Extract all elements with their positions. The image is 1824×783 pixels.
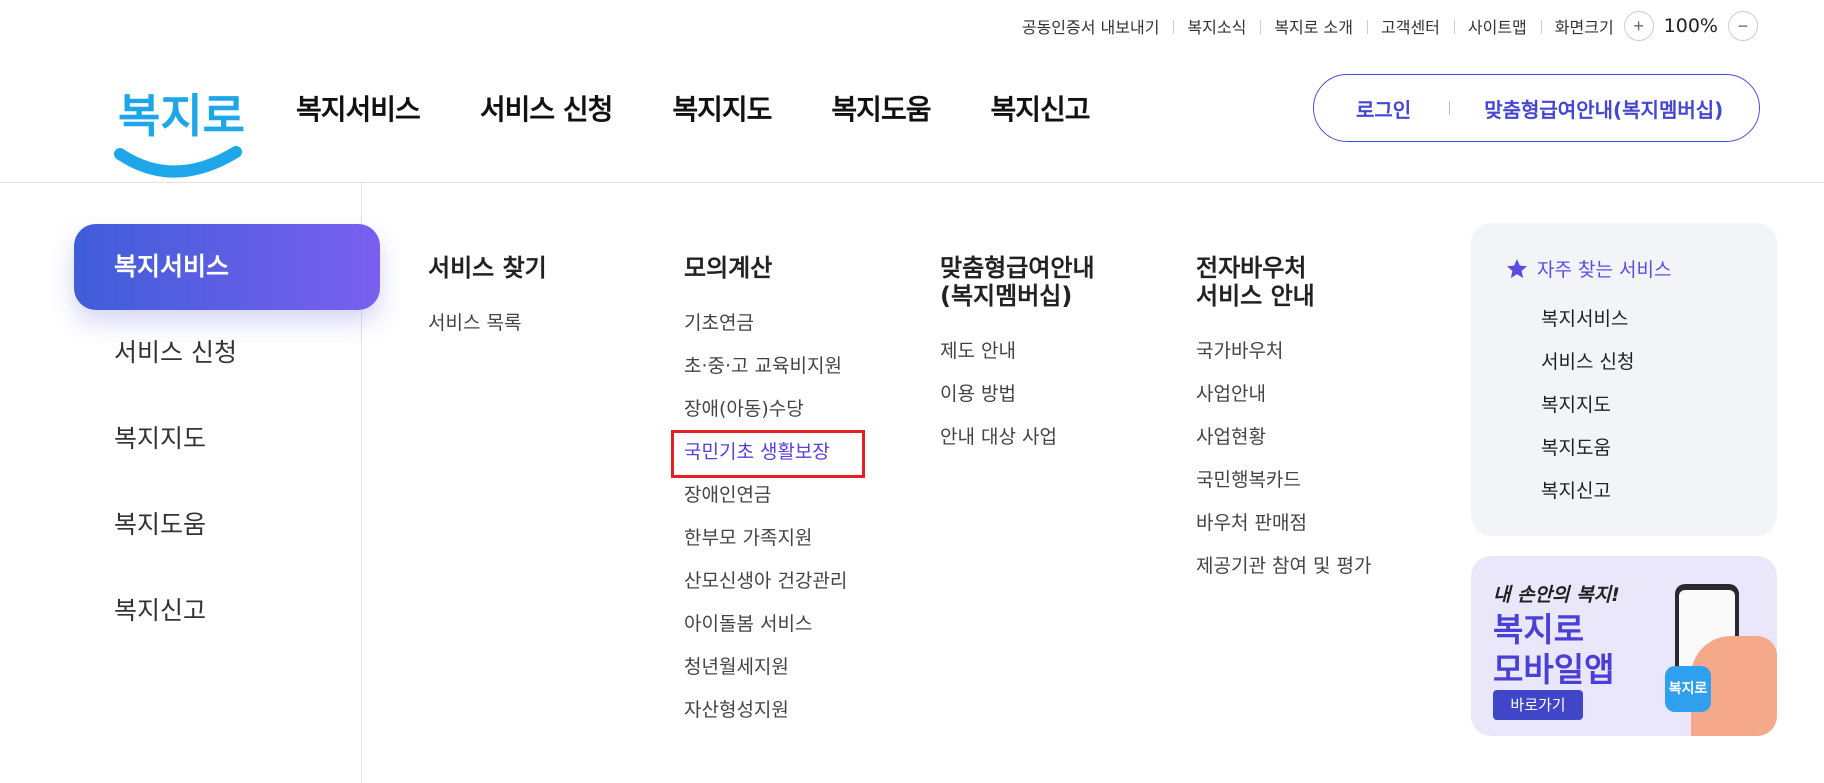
submenu-item[interactable]: 제공기관 참여 및 평가: [1196, 545, 1371, 588]
submenu-column-simulation: 모의계산 기초연금 초·중·고 교육비지원 장애(아동)수당 국민기초 생활보장…: [684, 254, 847, 732]
submenu-column-voucher: 전자바우처 서비스 안내 국가바우처 사업안내 사업현황 국민행복카드 바우처 …: [1196, 254, 1371, 588]
logo-text: 복지로: [118, 89, 244, 143]
banner-title-line1: 복지로: [1493, 610, 1585, 649]
star-icon: [1507, 258, 1527, 278]
zoom-value: 100%: [1663, 15, 1718, 37]
utility-link-news[interactable]: 복지소식: [1173, 14, 1260, 38]
utility-link-customer-center[interactable]: 고객센터: [1367, 14, 1454, 38]
zoom-label: 화면크기: [1540, 14, 1624, 38]
submenu-item[interactable]: 기초연금: [684, 302, 847, 345]
submenu-item[interactable]: 바우처 판매점: [1196, 502, 1371, 545]
gnb-welfare-map[interactable]: 복지지도: [672, 88, 772, 128]
submenu-item[interactable]: 초·중·고 교육비지원: [684, 345, 847, 388]
logo-graphic: 복지로: [114, 89, 245, 178]
submenu-item[interactable]: 국가바우처: [1196, 330, 1371, 373]
banner-go-button[interactable]: 바로가기: [1493, 690, 1583, 720]
submenu-heading: 전자바우처 서비스 안내: [1196, 254, 1315, 310]
header-divider: [0, 182, 1824, 183]
utility-link-sitemap[interactable]: 사이트맵: [1453, 14, 1541, 38]
submenu-item[interactable]: 서비스 목록: [428, 302, 547, 345]
gnb-welfare-service[interactable]: 복지서비스: [296, 88, 421, 128]
side-item-welfare-help[interactable]: 복지도움: [74, 482, 380, 568]
utility-bar: 공동인증서 내보내기 복지소식 복지로 소개 고객센터 사이트맵 화면크기 + …: [1008, 11, 1758, 41]
submenu-item[interactable]: 자산형성지원: [684, 689, 847, 732]
side-menu: 복지서비스 서비스 신청 복지지도 복지도움 복지신고: [74, 224, 380, 654]
submenu-item[interactable]: 사업안내: [1196, 373, 1371, 416]
submenu-column-find-service: 서비스 찾기 서비스 목록: [428, 254, 547, 345]
banner-title-line2: 모바일앱: [1493, 650, 1615, 689]
submenu-item[interactable]: 사업현황: [1196, 416, 1371, 459]
favorites-item[interactable]: 복지신고: [1541, 470, 1777, 513]
side-item-welfare-service[interactable]: 복지서비스: [74, 224, 380, 310]
favorites-heading: 자주 찾는 서비스: [1505, 255, 1777, 282]
submenu-item[interactable]: 이용 방법: [940, 373, 1095, 416]
zoom-in-button[interactable]: +: [1623, 11, 1654, 41]
mobile-app-banner[interactable]: 내 손안의 복지! 복지로 모바일앱 바로가기 복지로: [1471, 556, 1777, 736]
membership-button[interactable]: 맞춤형급여안내(복지멤버십): [1484, 94, 1723, 123]
divider: [1449, 101, 1451, 115]
banner-tagline: 내 손안의 복지!: [1493, 584, 1620, 606]
utility-link-about[interactable]: 복지로 소개: [1260, 14, 1367, 38]
favorites-item[interactable]: 서비스 신청: [1541, 341, 1777, 384]
side-item-service-apply[interactable]: 서비스 신청: [74, 310, 380, 396]
favorites-item[interactable]: 복지지도: [1541, 384, 1777, 427]
submenu-item[interactable]: 장애(아동)수당: [684, 388, 847, 431]
favorites-title: 자주 찾는 서비스: [1537, 259, 1672, 281]
favorites-item[interactable]: 복지도움: [1541, 427, 1777, 470]
favorites-item[interactable]: 복지서비스: [1541, 298, 1777, 341]
submenu-item[interactable]: 산모신생아 건강관리: [684, 560, 847, 603]
submenu-item[interactable]: 안내 대상 사업: [940, 416, 1095, 459]
favorites-panel: 자주 찾는 서비스 복지서비스 서비스 신청 복지지도 복지도움 복지신고: [1471, 223, 1777, 536]
zoom-out-button[interactable]: −: [1728, 11, 1758, 41]
gnb-service-apply[interactable]: 서비스 신청: [480, 88, 614, 128]
login-button[interactable]: 로그인: [1356, 94, 1411, 123]
side-item-welfare-map[interactable]: 복지지도: [74, 396, 380, 482]
submenu-heading: 서비스 찾기: [428, 254, 547, 282]
side-item-welfare-report[interactable]: 복지신고: [74, 568, 380, 654]
banner-title: 복지로 모바일앱: [1493, 610, 1614, 690]
header-button-group: 로그인 맞춤형급여안내(복지멤버십): [1313, 74, 1760, 142]
gnb-welfare-help[interactable]: 복지도움: [831, 88, 931, 128]
submenu-item[interactable]: 제도 안내: [940, 330, 1095, 373]
gnb-welfare-report[interactable]: 복지신고: [990, 88, 1090, 128]
app-icon: 복지로: [1665, 666, 1711, 712]
submenu-heading: 모의계산: [684, 254, 773, 282]
submenu-column-membership: 맞춤형급여안내 (복지멤버십) 제도 안내 이용 방법 안내 대상 사업: [940, 254, 1095, 459]
highlight-box: [671, 430, 865, 478]
global-nav: 복지서비스 서비스 신청 복지지도 복지도움 복지신고: [296, 88, 1091, 128]
utility-link-cert-export[interactable]: 공동인증서 내보내기: [1008, 14, 1174, 38]
submenu-item[interactable]: 장애인연금: [684, 474, 847, 517]
site-logo[interactable]: 복지로: [114, 70, 245, 186]
submenu-item[interactable]: 청년월세지원: [684, 646, 847, 689]
submenu-item[interactable]: 한부모 가족지원: [684, 517, 847, 560]
submenu-heading: 맞춤형급여안내 (복지멤버십): [940, 254, 1095, 310]
submenu-item[interactable]: 국민행복카드: [1196, 459, 1371, 502]
submenu-item[interactable]: 아이돌봄 서비스: [684, 603, 847, 646]
